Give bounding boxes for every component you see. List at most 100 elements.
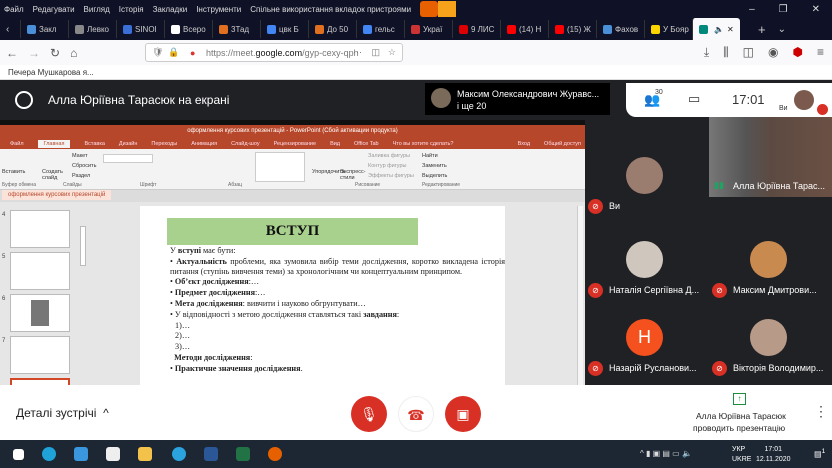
browser-tab[interactable]: У Бояр — [644, 20, 692, 38]
mic-off-button[interactable]: 🎙 — [351, 396, 387, 432]
active-speaker-card[interactable]: Максим Олександрович Журавс... і ще 20 — [425, 83, 610, 115]
download-icon[interactable]: ⤓ — [704, 45, 709, 60]
slide-thumbnail[interactable] — [10, 252, 70, 290]
home-icon[interactable]: ⌂ — [70, 46, 77, 60]
slide-thumbnail[interactable] — [10, 210, 70, 248]
participant-tile[interactable]: ⊘ Наталія Сергіївна Д... — [585, 221, 703, 301]
menu-tools[interactable]: Інструменти — [196, 5, 241, 14]
library-icon[interactable]: ⫼ — [723, 45, 729, 60]
tray-icons[interactable]: ^ ▮ ▣ ▤ ▭ 🔈 — [640, 449, 692, 458]
browser-tab[interactable]: Украї — [404, 20, 452, 38]
menu-share-tabs[interactable]: Спільне використання вкладок пристроями — [250, 5, 411, 14]
share-button[interactable]: Общий доступ — [544, 141, 581, 147]
ppt-tab[interactable]: Office Tab — [354, 141, 379, 147]
telegram-icon[interactable] — [172, 447, 186, 461]
explorer-icon[interactable] — [138, 447, 152, 461]
find-button[interactable]: Найти — [422, 153, 438, 159]
browser-tab[interactable]: 9 ЛИС — [452, 20, 500, 38]
participant-tile[interactable]: ⊘ Вікторія Володимир... — [709, 299, 827, 379]
browser-tab[interactable]: гельс — [356, 20, 404, 38]
ppt-tab[interactable]: Главная — [37, 139, 71, 148]
shape-outline-button[interactable]: Контур фигуры — [368, 163, 406, 169]
leave-call-button[interactable]: ☎ — [398, 396, 434, 432]
close-window-button[interactable]: ✕ — [812, 4, 820, 15]
back-icon[interactable]: ← — [6, 46, 18, 60]
ppt-tab[interactable]: Файл — [10, 141, 24, 147]
sidebar-icon[interactable]: ◫ — [743, 45, 754, 60]
bookmark-item[interactable]: Печера Мушкарова я... — [8, 68, 94, 77]
browser-tab[interactable]: Закл — [20, 20, 68, 38]
notifications-icon[interactable]: ▤1 — [814, 448, 825, 459]
paste-button[interactable]: Вставить — [2, 169, 25, 175]
tab-scroll-left[interactable]: ‹ — [6, 24, 9, 35]
participant-tile[interactable]: Н ⊘ Назарій Русланови... — [585, 299, 703, 379]
shape-fill-button[interactable]: Заливка фигуры — [368, 153, 410, 159]
excel-icon[interactable] — [236, 447, 250, 461]
bookmark-star-icon[interactable]: ☆ — [388, 47, 396, 58]
lang-indicator[interactable]: УКР UKRE — [732, 445, 751, 465]
mail-icon[interactable] — [74, 447, 88, 461]
section-button[interactable]: Раздел — [72, 173, 90, 179]
participant-tile[interactable]: ⊘ Ви — [585, 137, 703, 217]
menu-history[interactable]: Історія — [119, 5, 144, 14]
clock[interactable]: 17:01 12.11.2020 — [756, 445, 791, 465]
extension-icon[interactable]: ⬢ — [793, 45, 803, 60]
reload-icon[interactable]: ↻ — [50, 46, 60, 60]
signin-link[interactable]: Вход — [518, 141, 530, 147]
quick-styles-button[interactable]: Экспресс-стили — [340, 169, 366, 181]
edge-icon[interactable] — [42, 447, 56, 461]
participant-tile[interactable]: ▮▮ Алла Юріївна Тарас... — [709, 117, 832, 197]
new-tab-button[interactable]: + — [758, 22, 766, 37]
menu-edit[interactable]: Редагувати — [33, 5, 75, 14]
browser-tab[interactable]: До 50 — [308, 20, 356, 38]
participant-tile[interactable]: ⊘ Максим Дмитрови... — [709, 221, 827, 301]
menu-bookmarks[interactable]: Закладки — [153, 5, 188, 14]
editor-scrollbar[interactable] — [577, 206, 583, 385]
browser-tab[interactable]: Левко — [68, 20, 116, 38]
layout-button[interactable]: Макет — [72, 153, 88, 159]
start-icon[interactable] — [13, 449, 24, 460]
ppt-tab[interactable]: Рецензирование — [274, 141, 316, 147]
more-options-icon[interactable]: ⋮ — [814, 403, 828, 420]
forward-icon[interactable]: → — [28, 46, 40, 60]
firefox-taskbar-icon[interactable] — [268, 447, 282, 461]
chat-icon[interactable]: ▭ — [688, 91, 700, 107]
page-actions-icon[interactable]: ⋯ — [353, 47, 362, 58]
browser-tab[interactable]: 🔈 ✕ — [692, 18, 740, 40]
select-button[interactable]: Выделить — [422, 173, 447, 179]
ppt-tab[interactable]: Переходы — [151, 141, 177, 147]
document-tab[interactable]: оформлення курсових презентацій — [2, 190, 112, 200]
close-tab-icon[interactable]: ✕ — [727, 25, 734, 34]
present-icon[interactable]: ↑ — [733, 393, 746, 405]
browser-tab[interactable]: Всеро — [164, 20, 212, 38]
browser-tab[interactable]: (15) Ж — [548, 20, 596, 38]
ppt-tab[interactable]: Вставка — [84, 141, 104, 147]
reset-button[interactable]: Сбросить — [72, 163, 96, 169]
ppt-tab[interactable]: Вид — [330, 141, 340, 147]
browser-tab[interactable]: SINOI — [116, 20, 164, 38]
menu-view[interactable]: Вигляд — [84, 5, 110, 14]
browser-tab[interactable]: Фахов — [596, 20, 644, 38]
ppt-tab[interactable]: Слайд-шоу — [231, 141, 260, 147]
ppt-tab[interactable]: Дизайн — [119, 141, 138, 147]
font-box[interactable] — [103, 154, 153, 163]
account-icon[interactable]: ◉ — [768, 45, 778, 60]
hamburger-menu-icon[interactable]: ≡ — [817, 45, 824, 60]
menu-file[interactable]: Файл — [4, 5, 24, 14]
browser-tab[interactable]: цвк Б — [260, 20, 308, 38]
browser-tab[interactable]: 3Тад — [212, 20, 260, 38]
ppt-tab[interactable]: Анимация — [191, 141, 217, 147]
ppt-tab[interactable]: Что вы хотите сделать? — [393, 141, 454, 147]
meeting-details-button[interactable]: Деталі зустрічі ^ — [16, 406, 109, 420]
pocket-icon[interactable]: ◫ — [371, 47, 380, 58]
word-icon[interactable] — [204, 447, 218, 461]
minimize-button[interactable]: – — [749, 4, 755, 15]
restore-button[interactable]: ❐ — [779, 4, 788, 15]
slide-thumbnail[interactable] — [10, 294, 70, 332]
replace-button[interactable]: Заменить — [422, 163, 447, 169]
slides-pane-scrollbar[interactable] — [80, 226, 86, 266]
camera-off-button[interactable]: ▣ — [445, 396, 481, 432]
browser-tab[interactable]: (14) Н — [500, 20, 548, 38]
shapes-gallery[interactable] — [255, 152, 305, 182]
store-icon[interactable] — [106, 447, 120, 461]
